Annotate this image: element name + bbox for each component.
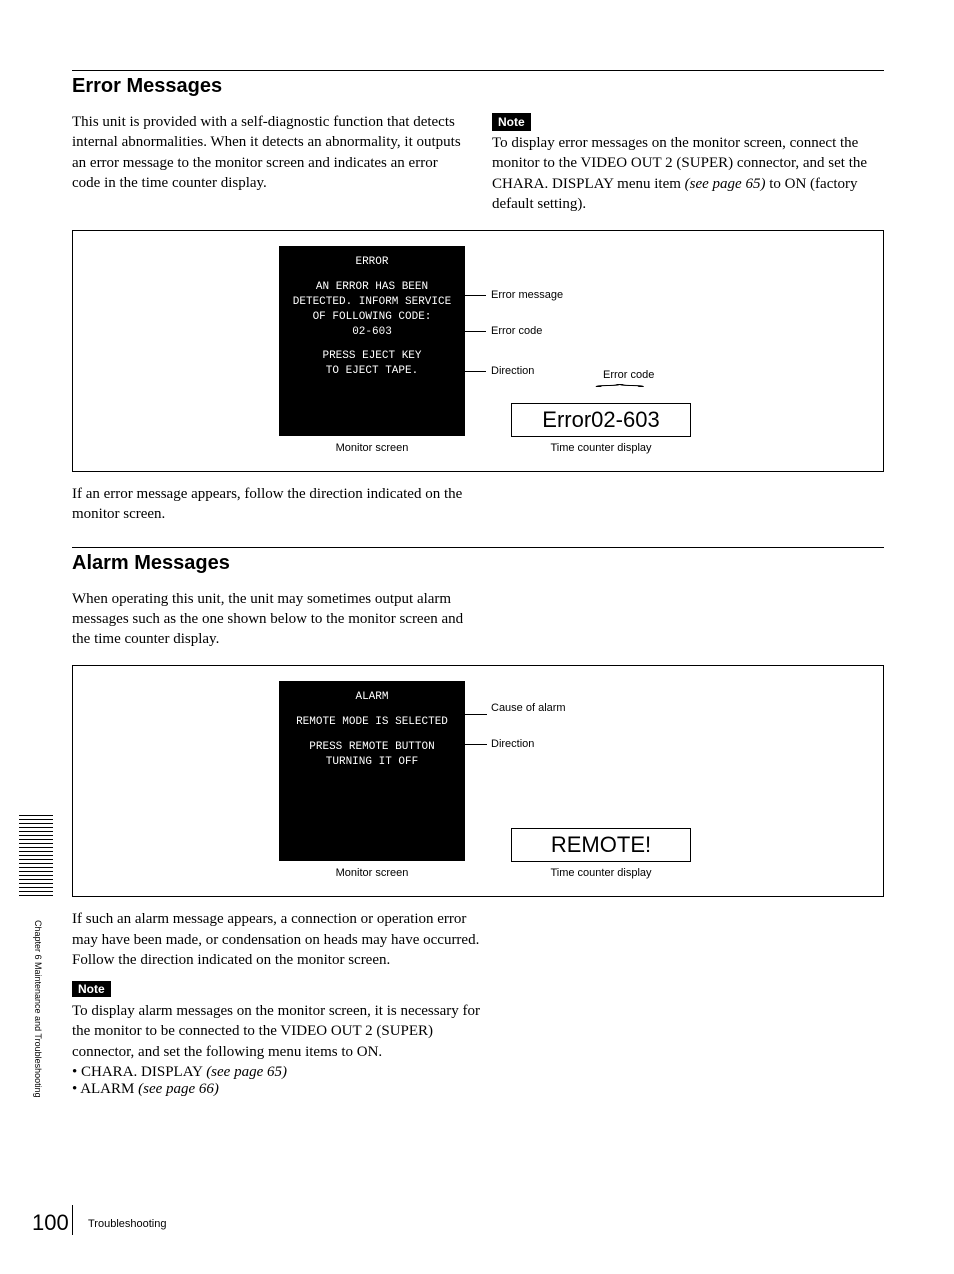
section-rule xyxy=(72,547,884,548)
alarm-intro: When operating this unit, the unit may s… xyxy=(72,589,482,650)
time-counter-box: REMOTE! xyxy=(511,828,691,862)
time-counter-box: Error02-603 xyxy=(511,403,691,437)
footer-section: Troubleshooting xyxy=(88,1218,166,1230)
error-followup: If an error message appears, follow the … xyxy=(72,484,482,525)
leader xyxy=(421,371,486,372)
bullet-ref: (see page 65) xyxy=(206,1064,287,1080)
monitor-caption: Monitor screen xyxy=(279,442,465,454)
alarm-note-bullets: CHARA. DISPLAY (see page 65) ALARM (see … xyxy=(72,1064,884,1098)
list-item: ALARM (see page 66) xyxy=(72,1081,884,1098)
callout-error-message: Error message xyxy=(491,289,563,302)
monitor-screen-error: ERROR AN ERROR HAS BEEN DETECTED. INFORM… xyxy=(279,246,465,436)
error-intro: This unit is provided with a self-diagno… xyxy=(72,112,464,193)
leader xyxy=(457,714,487,715)
tc-value: REMOTE! xyxy=(551,832,651,857)
callout-direction: Direction xyxy=(491,365,534,378)
leader xyxy=(393,331,486,332)
mon-line: PRESS EJECT KEY xyxy=(280,349,464,364)
leader xyxy=(435,744,487,745)
error-note-body: To display error messages on the monitor… xyxy=(492,133,884,214)
mon-line: DETECTED. INFORM SERVICE xyxy=(280,295,464,310)
callout-error-code: Error code xyxy=(491,325,542,338)
list-item: CHARA. DISPLAY (see page 65) xyxy=(72,1064,884,1081)
page-number: 100 xyxy=(32,1210,69,1236)
note-label: Note xyxy=(72,981,111,997)
mon-line: ALARM xyxy=(280,690,464,705)
alarm-note-body: To display alarm messages on the monitor… xyxy=(72,1001,482,1062)
bullet-ref: (see page 66) xyxy=(138,1081,219,1097)
mon-line: AN ERROR HAS BEEN xyxy=(280,280,464,295)
tc-caption: Time counter display xyxy=(511,442,691,454)
section-rule xyxy=(72,70,884,71)
mon-line: OF FOLLOWING CODE: xyxy=(280,310,464,325)
mon-line: REMOTE MODE IS SELECTED xyxy=(280,715,464,730)
heading-error-messages: Error Messages xyxy=(72,75,884,98)
callout-error-code-2: Error code xyxy=(603,369,654,382)
side-decoration xyxy=(19,815,53,899)
alarm-followup: If such an alarm message appears, a conn… xyxy=(72,909,482,970)
bullet-text: ALARM xyxy=(80,1081,138,1097)
monitor-caption: Monitor screen xyxy=(279,867,465,879)
brace-icon: ⏞ xyxy=(595,384,645,400)
mon-line: ERROR xyxy=(280,255,464,270)
side-chapter-label: Chapter 6 Maintenance and Troubleshootin… xyxy=(33,920,43,1098)
leader xyxy=(456,295,486,296)
footer-rule xyxy=(72,1205,73,1235)
heading-alarm-messages: Alarm Messages xyxy=(72,552,884,575)
error-diagram: ERROR AN ERROR HAS BEEN DETECTED. INFORM… xyxy=(72,230,884,472)
alarm-diagram: ALARM REMOTE MODE IS SELECTED PRESS REMO… xyxy=(72,665,884,897)
tc-caption: Time counter display xyxy=(511,867,691,879)
monitor-screen-alarm: ALARM REMOTE MODE IS SELECTED PRESS REMO… xyxy=(279,681,465,861)
note-ref: (see page 65) xyxy=(685,176,766,192)
mon-line: TURNING IT OFF xyxy=(280,755,464,770)
tc-value: Error02-603 xyxy=(542,407,659,432)
mon-line: PRESS REMOTE BUTTON xyxy=(280,740,464,755)
callout-direction: Direction xyxy=(491,738,534,751)
bullet-text: CHARA. DISPLAY xyxy=(81,1064,206,1080)
callout-cause: Cause of alarm xyxy=(491,702,566,715)
note-label: Note xyxy=(492,113,531,131)
